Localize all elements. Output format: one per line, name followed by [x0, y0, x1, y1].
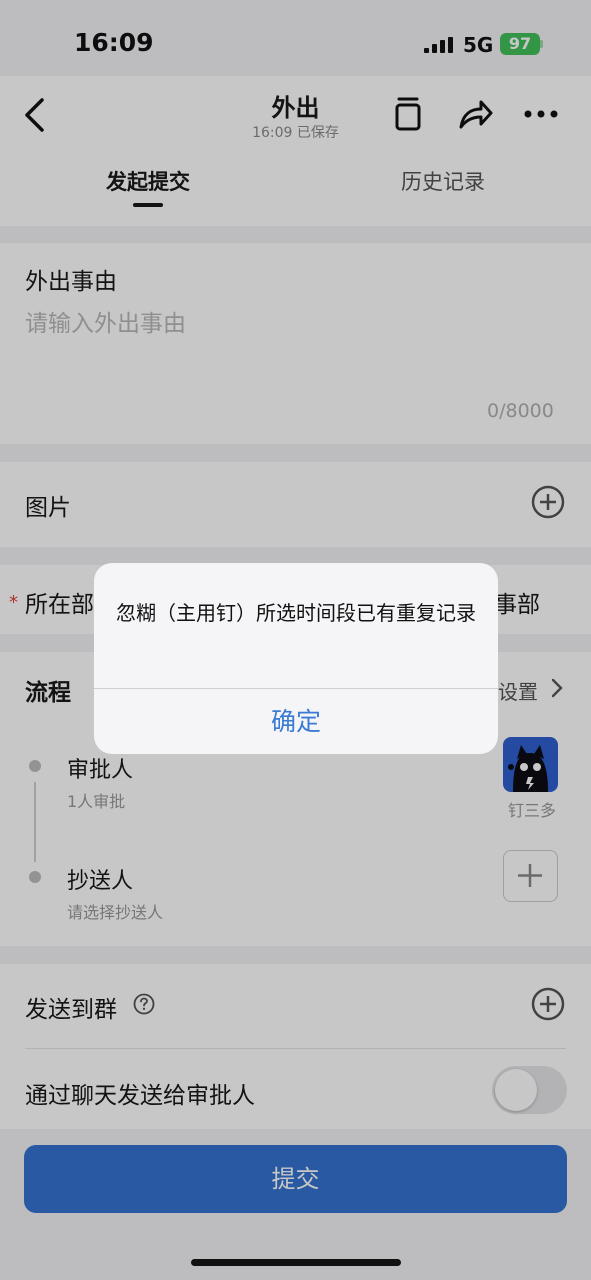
- confirm-button[interactable]: 确定: [94, 689, 498, 754]
- home-indicator[interactable]: [191, 1259, 401, 1266]
- dialog-message: 忽糊（主用钉）所选时间段已有重复记录: [116, 601, 476, 625]
- alert-dialog: 忽糊（主用钉）所选时间段已有重复记录 确定: [94, 563, 498, 754]
